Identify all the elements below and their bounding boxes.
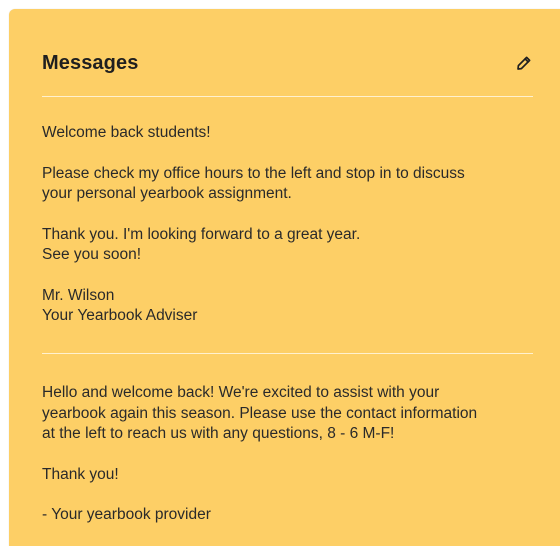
message-line: See you soon! (42, 246, 142, 263)
message-paragraph: Thank you. I'm looking forward to a grea… (42, 225, 537, 266)
message-line: - Your yearbook provider (42, 506, 211, 523)
message-line: Thank you! (42, 465, 119, 483)
message-adviser: Welcome back students! Please check my o… (42, 123, 537, 327)
panel-header: Messages (42, 43, 536, 83)
messages-panel: Messages Welcome back students! Please c… (9, 9, 560, 546)
message-line: Hello and welcome back! We're excited to… (42, 384, 440, 401)
pencil-icon (517, 56, 531, 70)
message-line: your personal yearbook assignment. (42, 185, 292, 202)
message-line: Please check my office hours to the left… (42, 164, 465, 182)
message-line: yearbook again this season. Please use t… (42, 404, 478, 422)
header-divider (42, 96, 533, 97)
message-line: Your Yearbook Adviser (42, 307, 198, 324)
message-line: at the left to reach us with any questio… (42, 425, 395, 442)
message-signature: Mr. Wilson Your Yearbook Adviser (42, 286, 537, 327)
message-paragraph: Welcome back students! (42, 123, 537, 144)
message-paragraph: Hello and welcome back! We're excited to… (42, 383, 537, 445)
message-provider: Hello and welcome back! We're excited to… (42, 383, 537, 526)
message-paragraph: Thank you! (42, 465, 537, 486)
edit-messages-button[interactable] (512, 51, 536, 75)
message-signature: - Your yearbook provider (42, 505, 537, 526)
message-line: Welcome back students! (42, 124, 211, 141)
panel-title: Messages (42, 51, 139, 74)
message-line: Mr. Wilson (42, 286, 115, 304)
message-divider (42, 353, 533, 354)
message-paragraph: Please check my office hours to the left… (42, 164, 537, 205)
message-line: Thank you. I'm looking forward to a grea… (42, 225, 361, 243)
